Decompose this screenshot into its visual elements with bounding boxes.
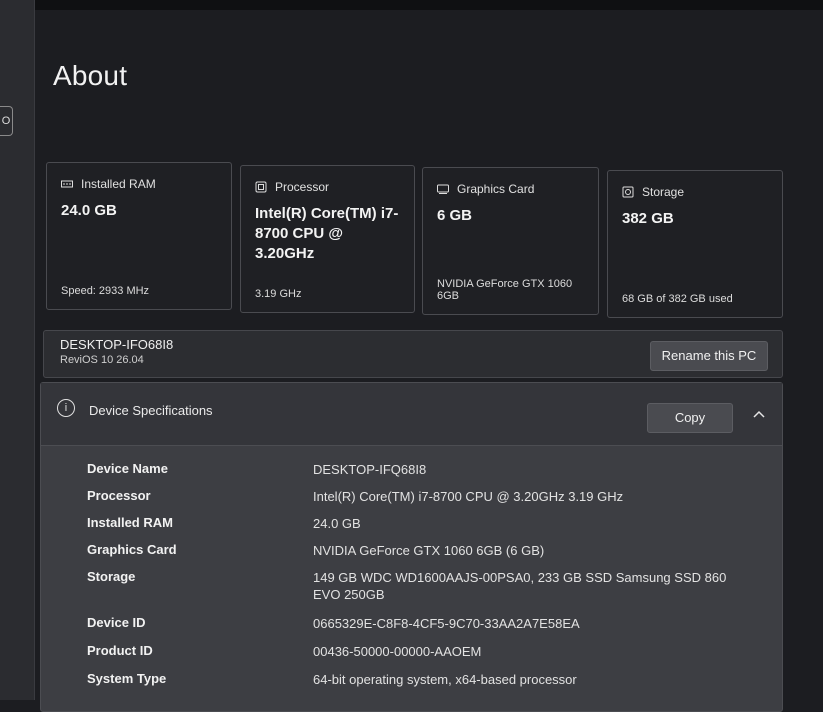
- section-title: Device Specifications: [89, 403, 213, 418]
- card-processor: Processor Intel(R) Core(TM) i7-8700 CPU …: [240, 165, 415, 313]
- info-icon: i: [57, 399, 75, 417]
- card-graphics: Graphics Card 6 GB NVIDIA GeForce GTX 10…: [422, 167, 599, 315]
- spec-key: Graphics Card: [87, 542, 177, 557]
- device-specifications-header[interactable]: i Device Specifications Copy: [41, 383, 782, 446]
- spec-key: Installed RAM: [87, 515, 173, 530]
- card-label: Graphics Card: [457, 182, 535, 196]
- card-value: 382 GB: [622, 210, 674, 227]
- os-version: ReviOS 10 26.04: [60, 354, 144, 366]
- spec-key: Device Name: [87, 461, 168, 476]
- card-storage: Storage 382 GB 68 GB of 382 GB used: [607, 170, 783, 318]
- processor-icon: [255, 181, 267, 193]
- device-specifications-panel: i Device Specifications Copy Device Name…: [40, 382, 783, 712]
- card-footer: 68 GB of 382 GB used: [622, 293, 733, 305]
- rename-pc-button[interactable]: Rename this PC: [650, 341, 768, 371]
- spec-key: Product ID: [87, 643, 153, 658]
- window-top-edge: [0, 0, 823, 10]
- spec-value: 24.0 GB: [313, 516, 361, 531]
- pc-name-bar: DESKTOP-IFO68I8 ReviOS 10 26.04 Rename t…: [43, 330, 783, 378]
- card-footer: Speed: 2933 MHz: [61, 285, 150, 297]
- pc-name: DESKTOP-IFO68I8: [60, 337, 174, 352]
- spec-value: 64-bit operating system, x64-based proce…: [313, 672, 577, 687]
- card-value: 6 GB: [437, 207, 473, 224]
- left-navigation-edge: [0, 0, 35, 700]
- card-footer: 3.19 GHz: [255, 288, 302, 300]
- card-label: Installed RAM: [81, 177, 156, 191]
- spec-value: NVIDIA GeForce GTX 1060 6GB (6 GB): [313, 543, 545, 558]
- spec-value: DESKTOP-IFQ68I8: [313, 462, 427, 477]
- card-footer: NVIDIA GeForce GTX 1060 6GB: [437, 278, 573, 302]
- ram-icon: [61, 180, 73, 188]
- search-button-edge[interactable]: O: [0, 106, 13, 136]
- page-title: About: [53, 60, 128, 91]
- card-value: 24.0 GB: [61, 202, 117, 219]
- card-installed-ram: Installed RAM 24.0 GB Speed: 2933 MHz: [46, 162, 232, 310]
- spec-key: Storage: [87, 569, 136, 584]
- graphics-card-icon: [437, 184, 449, 194]
- spec-value: 00436-50000-00000-AAOEM: [313, 644, 482, 659]
- chevron-up-icon[interactable]: [751, 407, 767, 423]
- card-label: Processor: [275, 180, 330, 194]
- storage-icon: [622, 186, 634, 198]
- spec-key: Processor: [87, 488, 151, 503]
- spec-value: 149 GB WDC WD1600AAJS-00PSA0, 233 GB SSD…: [313, 570, 727, 602]
- spec-value: 0665329E-C8F8-4CF5-9C70-33AA2A7E58EA: [313, 616, 580, 631]
- spec-value: Intel(R) Core(TM) i7-8700 CPU @ 3.20GHz …: [313, 489, 624, 504]
- spec-key: Device ID: [87, 615, 146, 630]
- copy-button[interactable]: Copy: [647, 403, 733, 433]
- card-label: Storage: [642, 185, 685, 199]
- card-value: Intel(R) Core(TM) i7-8700 CPU @ 3.20GHz: [255, 205, 399, 262]
- spec-key: System Type: [87, 671, 167, 686]
